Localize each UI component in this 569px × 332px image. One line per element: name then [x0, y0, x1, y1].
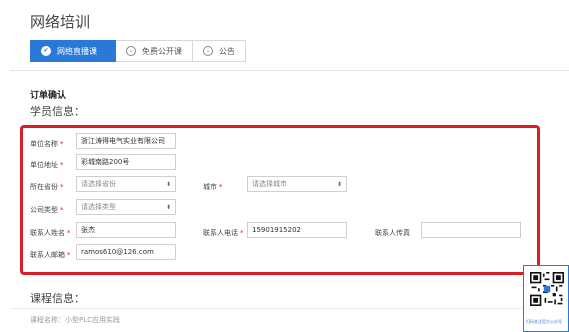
updown-caret-icon: ⬍: [165, 180, 171, 188]
qr-code-icon: [530, 272, 564, 306]
company-type-select[interactable]: 请选择类型 ⬍: [76, 199, 176, 215]
company-address-label: 单位地址 *: [30, 161, 64, 169]
course-name-text: 课程名称：小型PLC应用实践: [30, 316, 121, 324]
contact-email-input[interactable]: ramos610@126.com: [76, 244, 176, 260]
contact-name-label: 联系人姓名 *: [30, 229, 71, 237]
contact-email-label: 联系人邮箱 *: [30, 251, 71, 259]
student-info-heading: 学员信息：: [30, 105, 85, 118]
updown-caret-icon: ⬍: [336, 180, 342, 188]
tab-label: 网络直播课: [57, 46, 97, 56]
company-name-label: 单位名称 *: [30, 140, 64, 148]
company-address-input[interactable]: 彩城南路200号: [76, 154, 176, 170]
tab-label: 免费公开课: [142, 46, 182, 56]
company-type-label: 公司类型 *: [30, 206, 64, 214]
tab-label: 公告: [219, 46, 235, 56]
tab-free-course[interactable]: ⌄ 免费公开课: [116, 40, 193, 62]
company-name-input[interactable]: 浙江涛得电气实业有限公司: [76, 133, 176, 149]
chevron-down-circle-icon: ⌄: [126, 46, 136, 56]
chevron-down-circle-icon: ⌄: [203, 46, 213, 56]
city-label: 城市 *: [203, 183, 223, 191]
updown-caret-icon: ⬍: [165, 203, 171, 211]
city-select[interactable]: 请选择城市 ⬍: [247, 176, 347, 192]
tab-bar: ✔ 网络直播课 ⌄ 免费公开课 ⌄ 公告: [30, 40, 246, 62]
province-select[interactable]: 请选择省份 ⬍: [76, 176, 176, 192]
qr-code-widget[interactable]: 扫码关注官方公众号: [523, 265, 569, 332]
tab-announcement[interactable]: ⌄ 公告: [193, 40, 246, 62]
header-divider: [10, 70, 569, 71]
contact-fax-input[interactable]: [421, 222, 521, 238]
province-label: 所在省份 *: [30, 183, 64, 191]
page-title: 网络培训: [30, 13, 91, 31]
order-heading: 订单确认: [30, 91, 67, 101]
course-info-heading: 课程信息：: [30, 292, 85, 305]
qr-caption: 扫码关注官方公众号: [526, 319, 562, 324]
contact-name-input[interactable]: 张杰: [76, 222, 176, 238]
tab-live-course[interactable]: ✔ 网络直播课: [30, 40, 116, 62]
contact-phone-input[interactable]: 15901915202: [247, 222, 347, 238]
contact-fax-label: 联系人传真: [375, 229, 410, 237]
course-divider: [10, 308, 569, 309]
check-circle-icon: ✔: [41, 46, 51, 56]
contact-phone-label: 联系人电话 *: [203, 229, 244, 237]
